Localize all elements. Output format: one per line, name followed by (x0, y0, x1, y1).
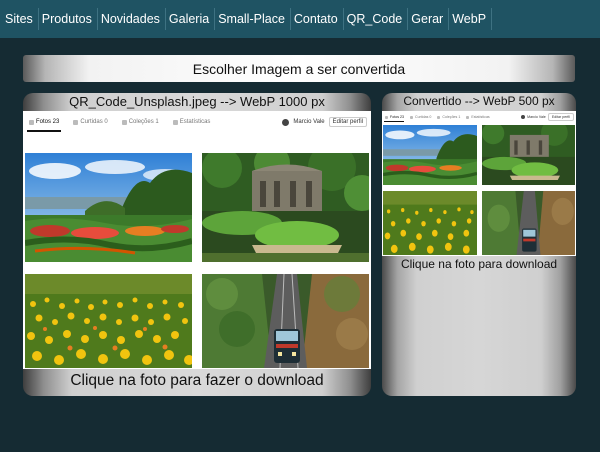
photo-funicular[interactable] (202, 274, 369, 368)
nav-novidades[interactable]: Novidades (98, 0, 163, 38)
tab-likes: Curtidas 0 (409, 115, 432, 119)
heart-icon (409, 115, 413, 119)
result-image-panel: Convertido --> WebP 500 px Fotos 23 Curt… (382, 93, 576, 396)
fountain-image (202, 153, 369, 262)
profile-tab-bar: Fotos 23 Curtidas 0 Coleções 1 Estatísti… (23, 111, 371, 133)
nav-gerar[interactable]: Gerar (408, 0, 446, 38)
choose-image-label: Escolher Imagem a ser convertida (192, 60, 406, 77)
nav-galeria[interactable]: Galeria (166, 0, 212, 38)
edit-profile-button: Editar perfil (547, 113, 574, 121)
tab-photos: Fotos 23 (29, 119, 59, 125)
tab-likes-label: Curtidas 0 (80, 119, 108, 125)
folder-icon (437, 115, 441, 119)
nav-sites[interactable]: Sites (2, 0, 36, 38)
folder-icon (121, 119, 127, 125)
photo-flowers[interactable] (383, 191, 477, 255)
flowers-image (25, 274, 192, 368)
nav-produtos[interactable]: Produtos (39, 0, 95, 38)
active-tab-underline (384, 121, 404, 122)
source-image-panel: QR_Code_Unsplash.jpeg --> WebP 1000 px F… (23, 93, 371, 396)
fountain-image (482, 125, 575, 185)
photo-garden[interactable] (383, 125, 477, 185)
garden-image (25, 153, 192, 262)
garden-image (383, 125, 477, 185)
profile-actions: Marcio Vale Editar perfil (282, 117, 371, 127)
profile-tab-bar: Fotos 23 Curtidas 0 Coleções 1 Estatísti… (382, 111, 576, 123)
tab-stats: Estatísticas (466, 115, 490, 119)
photo-fountain[interactable] (482, 125, 575, 185)
photo-funicular[interactable] (482, 191, 575, 255)
result-download-hint[interactable]: Clique na foto para download (382, 257, 576, 271)
funicular-image (202, 274, 369, 368)
tab-collections: Coleções 1 (437, 115, 460, 119)
image-icon (29, 119, 34, 125)
source-download-hint[interactable]: Clique na foto para fazer o download (23, 372, 371, 390)
tab-collections-label: Coleções 1 (442, 115, 461, 119)
image-icon (385, 115, 388, 119)
tab-stats-label: Estatísticas (471, 115, 490, 119)
nav-divider (491, 8, 493, 30)
tab-photos: Fotos 23 (385, 115, 404, 119)
heart-icon (73, 119, 79, 125)
stats-icon (466, 115, 470, 119)
flowers-image (383, 191, 477, 255)
nav-qr-code[interactable]: QR_Code (344, 0, 406, 38)
source-panel-title: QR_Code_Unsplash.jpeg --> WebP 1000 px (69, 94, 325, 109)
tab-photos-label: Fotos 23 (390, 115, 404, 119)
tab-likes-label: Curtidas 0 (414, 115, 432, 119)
tab-photos-label: Fotos 23 (36, 119, 60, 125)
top-navbar: Sites Produtos Novidades Galeria Small-P… (0, 0, 600, 38)
tab-likes: Curtidas 0 (73, 119, 108, 125)
profile-actions: Marcio Vale Editar perfil (521, 113, 576, 121)
funicular-image (482, 191, 575, 255)
nav-small-place[interactable]: Small-Place (215, 0, 288, 38)
photo-garden[interactable] (25, 153, 192, 262)
nav-contato[interactable]: Contato (291, 0, 341, 38)
avatar (521, 115, 526, 119)
user-name: Marcio Vale (293, 119, 325, 125)
tab-stats-label: Estatísticas (179, 119, 211, 125)
avatar (282, 118, 290, 126)
photo-fountain[interactable] (202, 153, 369, 262)
tab-collections-label: Coleções 1 (128, 119, 159, 125)
photo-flowers[interactable] (25, 274, 192, 368)
active-tab-underline (27, 130, 61, 132)
tab-stats: Estatísticas (172, 119, 211, 125)
stats-icon (172, 119, 178, 125)
user-name: Marcio Vale (527, 115, 546, 119)
tab-collections: Coleções 1 (121, 119, 159, 125)
source-photo-page[interactable]: Fotos 23 Curtidas 0 Coleções 1 Estatísti… (23, 111, 371, 369)
nav-webp[interactable]: WebP (449, 0, 489, 38)
result-photo-page[interactable]: Fotos 23 Curtidas 0 Coleções 1 Estatísti… (382, 111, 576, 256)
edit-profile-button: Editar perfil (328, 117, 367, 127)
result-panel-title: Convertido --> WebP 500 px (403, 94, 555, 108)
choose-image-button[interactable]: Escolher Imagem a ser convertida (23, 55, 575, 82)
